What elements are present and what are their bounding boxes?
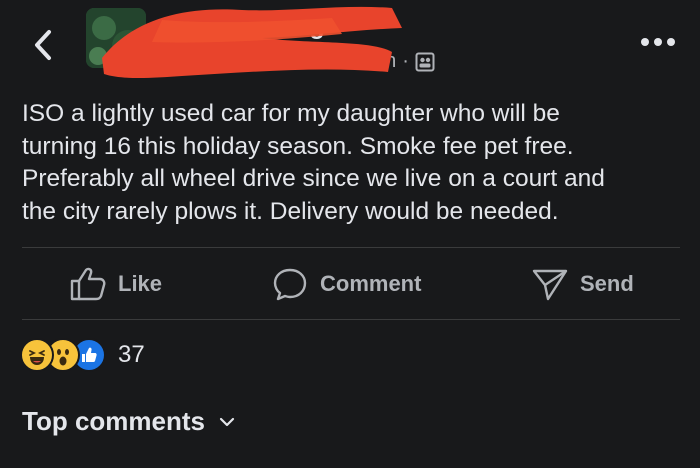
post-actions-bar: Like Comment Send (0, 252, 700, 316)
send-button[interactable]: Send (532, 252, 634, 316)
comment-sort-dropdown[interactable]: Top comments (22, 406, 235, 437)
more-horizontal-icon (641, 38, 675, 46)
post-time[interactable]: 4h (374, 50, 396, 73)
comment-label: Comment (320, 271, 422, 296)
group-avatar[interactable] (86, 8, 146, 68)
post-meta: 4h · (374, 50, 435, 73)
comment-sort-label: Top comments (22, 406, 205, 436)
divider-top (22, 247, 680, 248)
reactions-summary[interactable]: 37 (20, 338, 145, 372)
group-privacy-icon (415, 52, 435, 71)
chevron-down-icon (219, 417, 235, 426)
comment-button[interactable]: Comment (272, 252, 421, 316)
avatar-image (86, 8, 146, 68)
like-label: Like (118, 271, 163, 296)
reaction-count: 37 (118, 341, 145, 368)
more-options-button[interactable] (638, 30, 678, 54)
post-page: Buy Nothing 4h · ISO a lightly used car … (0, 0, 700, 468)
back-button[interactable] (28, 26, 58, 64)
comment-bubble-icon (273, 268, 307, 301)
thumbs-up-icon (70, 267, 106, 301)
post-body-text: ISO a lightly used car for my daughter w… (22, 100, 605, 225)
send-label: Send (580, 271, 634, 296)
haha-icon (20, 338, 54, 372)
group-name[interactable]: Buy Nothing (174, 12, 325, 41)
chevron-left-icon (35, 30, 51, 60)
divider-bottom (22, 319, 680, 320)
send-icon (532, 269, 568, 301)
like-button[interactable]: Like (70, 252, 162, 316)
meta-separator: · (402, 50, 409, 72)
